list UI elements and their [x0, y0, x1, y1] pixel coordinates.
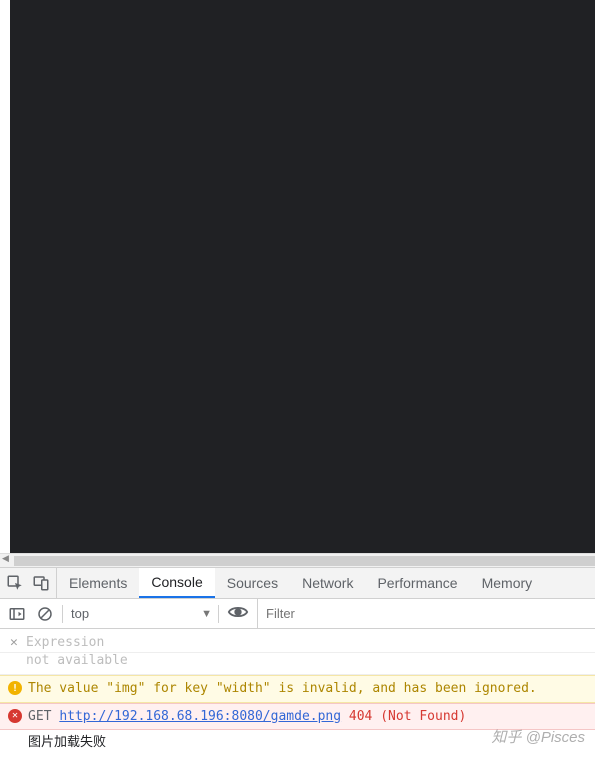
- chevron-down-icon: ▼: [201, 608, 212, 620]
- clear-console-icon[interactable]: [36, 605, 54, 623]
- log-text: 图片加载失败: [28, 735, 106, 750]
- tabs-container: Elements Console Sources Network Perform…: [57, 568, 595, 598]
- devtools-tabs-bar: Elements Console Sources Network Perform…: [0, 567, 595, 599]
- inspect-element-icon[interactable]: [6, 574, 24, 592]
- warning-text: The value "img" for key "width" is inval…: [28, 681, 537, 696]
- close-icon[interactable]: ✕: [10, 635, 18, 650]
- tab-performance[interactable]: Performance: [365, 568, 469, 598]
- device-toggle-icon[interactable]: [32, 574, 50, 592]
- filter-input[interactable]: [258, 599, 595, 628]
- error-url[interactable]: http://192.168.68.196:8080/gamde.png: [59, 709, 341, 724]
- live-expression-row[interactable]: ✕ Expression: [0, 629, 595, 653]
- expression-value: not available: [0, 653, 595, 675]
- context-selector[interactable]: top ▼: [63, 599, 218, 628]
- console-sidebar-toggle-icon[interactable]: [8, 605, 26, 623]
- console-log-row[interactable]: 图片加载失败: [0, 730, 595, 756]
- console-warning-row[interactable]: ! The value "img" for key "width" is inv…: [0, 675, 595, 703]
- tab-sources[interactable]: Sources: [215, 568, 290, 598]
- live-expression-icon[interactable]: [227, 601, 249, 626]
- inspect-tools: [0, 568, 57, 598]
- scrollbar-thumb[interactable]: [14, 556, 595, 566]
- tab-network[interactable]: Network: [290, 568, 365, 598]
- error-icon: ✕: [8, 709, 22, 723]
- warning-icon: !: [8, 681, 22, 695]
- page-viewport: [10, 0, 595, 553]
- tab-console[interactable]: Console: [139, 568, 214, 598]
- error-status: 404 (Not Found): [349, 709, 466, 724]
- console-error-row[interactable]: ✕ GET http://192.168.68.196:8080/gamde.p…: [0, 703, 595, 731]
- context-label: top: [71, 606, 89, 621]
- filter-wrap: [257, 599, 595, 628]
- horizontal-scrollbar[interactable]: [0, 553, 595, 567]
- tab-memory[interactable]: Memory: [470, 568, 545, 598]
- error-method: GET: [28, 709, 51, 724]
- tab-elements[interactable]: Elements: [57, 568, 139, 598]
- console-toolbar: top ▼: [0, 599, 595, 629]
- expression-label: Expression: [26, 635, 104, 650]
